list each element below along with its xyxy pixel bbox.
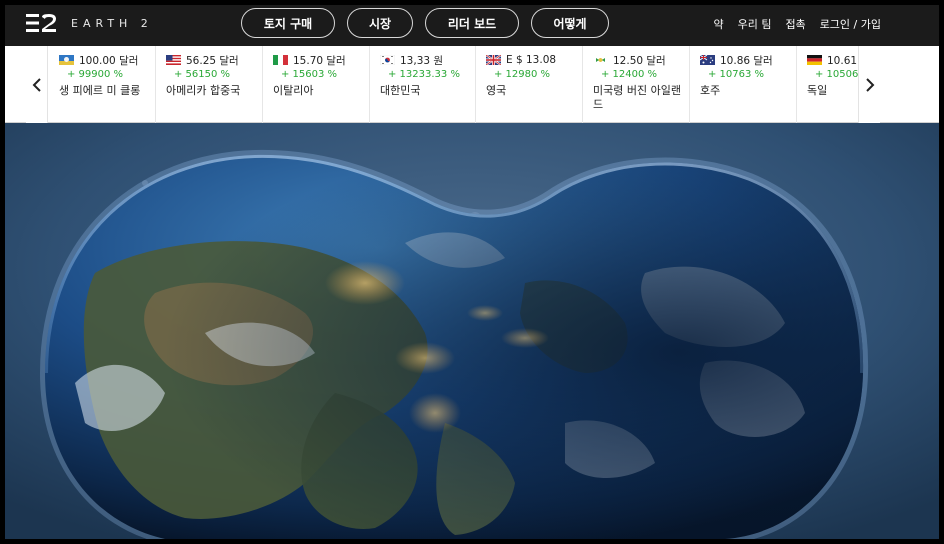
- ticker-price: E $ 13.08: [506, 54, 557, 66]
- ticker-country: 독일: [807, 84, 828, 97]
- market-button[interactable]: 시장: [347, 8, 413, 38]
- ticker-item[interactable]: 10.86 달러 + 10763 % 호주: [690, 46, 797, 123]
- contact-link[interactable]: 접촉: [785, 16, 805, 32]
- ticker-item[interactable]: 56.25 달러 + 56150 % 아메리카 합중국: [156, 46, 263, 123]
- ticker-item[interactable]: 100.00 달러 + 99900 % 생 피에르 미 클롱: [49, 46, 156, 123]
- chevron-left-icon: [32, 77, 41, 92]
- ticker-item[interactable]: E $ 13.08 + 12980 % 영국: [476, 46, 583, 123]
- ticker-country: 아메리카 합중국: [166, 84, 241, 97]
- it-flag-icon: [273, 55, 288, 65]
- ticker-country: 대한민국: [380, 84, 421, 97]
- country-price-ticker: 100.00 달러 + 99900 % 생 피에르 미 클롱 56.25 달러 …: [5, 46, 939, 123]
- de-flag-icon: [807, 55, 822, 65]
- ticker-country: 호주: [700, 84, 721, 97]
- ticker-change: + 56150 %: [174, 69, 231, 80]
- us-flag-icon: [166, 55, 181, 65]
- ticker-item[interactable]: 15.70 달러 + 15603 % 이탈리아: [263, 46, 370, 123]
- vg-flag-icon: [593, 55, 608, 65]
- ticker-price: 100.00 달러: [79, 54, 139, 67]
- twin-earth-illustration: [5, 123, 939, 539]
- main-nav: 토지 구매 시장 리더 보드 어떻게: [241, 8, 609, 38]
- leaderboard-button[interactable]: 리더 보드: [425, 8, 519, 38]
- ticker-country: 미국령 버진 아일랜드: [593, 84, 681, 111]
- ticker-country: 생 피에르 미 클롱: [59, 84, 141, 97]
- ticker-country: 이탈리아: [273, 84, 314, 97]
- logo-text: EARTH 2: [71, 16, 153, 30]
- ticker-change: + 12400 %: [601, 69, 658, 80]
- chevron-right-icon: [865, 77, 874, 92]
- secondary-nav: 약 우리 팀 접촉 로그인 / 가입: [713, 16, 881, 32]
- ticker-price: 13,33 원: [400, 54, 444, 67]
- top-navigation-bar: EARTH 2 토지 구매 시장 리더 보드 어떻게 약 우리 팀 접촉 로그인…: [5, 5, 939, 46]
- how-it-works-button[interactable]: 어떻게: [531, 8, 609, 38]
- ticker-item[interactable]: 10.61 달러 + 10506 % 독일: [797, 46, 858, 123]
- earth2-logo-icon: [26, 14, 56, 32]
- ticker-change: + 10506 %: [815, 69, 858, 80]
- earth2-logo[interactable]: EARTH 2: [25, 12, 153, 34]
- ticker-change: + 12980 %: [494, 69, 551, 80]
- gb-flag-icon: [486, 55, 501, 65]
- bl-flag-icon: [59, 55, 74, 65]
- ticker-price: 10.61 달러: [827, 54, 858, 67]
- ticker-prev-button[interactable]: [26, 46, 48, 123]
- kr-flag-icon: [380, 55, 395, 65]
- ticker-next-button[interactable]: [858, 46, 880, 123]
- ticker-change: + 99900 %: [67, 69, 124, 80]
- ticker-change: + 15603 %: [281, 69, 338, 80]
- ticker-price: 15.70 달러: [293, 54, 346, 67]
- ticker-change: + 13233.33 %: [388, 69, 460, 80]
- ticker-price: 56.25 달러: [186, 54, 239, 67]
- au-flag-icon: [700, 55, 715, 65]
- ticker-item[interactable]: 13,33 원 + 13233.33 % 대한민국: [370, 46, 476, 123]
- about-link[interactable]: 약: [713, 16, 723, 32]
- ticker-country: 영국: [486, 84, 507, 97]
- our-team-link[interactable]: 우리 팀: [738, 16, 772, 32]
- ticker-price: 10.86 달러: [720, 54, 773, 67]
- ticker-items: 100.00 달러 + 99900 % 생 피에르 미 클롱 56.25 달러 …: [49, 46, 858, 123]
- ticker-price: 12.50 달러: [613, 54, 666, 67]
- buy-land-button[interactable]: 토지 구매: [241, 8, 335, 38]
- ticker-change: + 10763 %: [708, 69, 765, 80]
- ticker-item[interactable]: 12.50 달러 + 12400 % 미국령 버진 아일랜드: [583, 46, 690, 123]
- app-frame: EARTH 2 토지 구매 시장 리더 보드 어떻게 약 우리 팀 접촉 로그인…: [5, 5, 939, 539]
- hero-twin-earth-image: [5, 123, 939, 539]
- login-signup-link[interactable]: 로그인 / 가입: [820, 16, 881, 32]
